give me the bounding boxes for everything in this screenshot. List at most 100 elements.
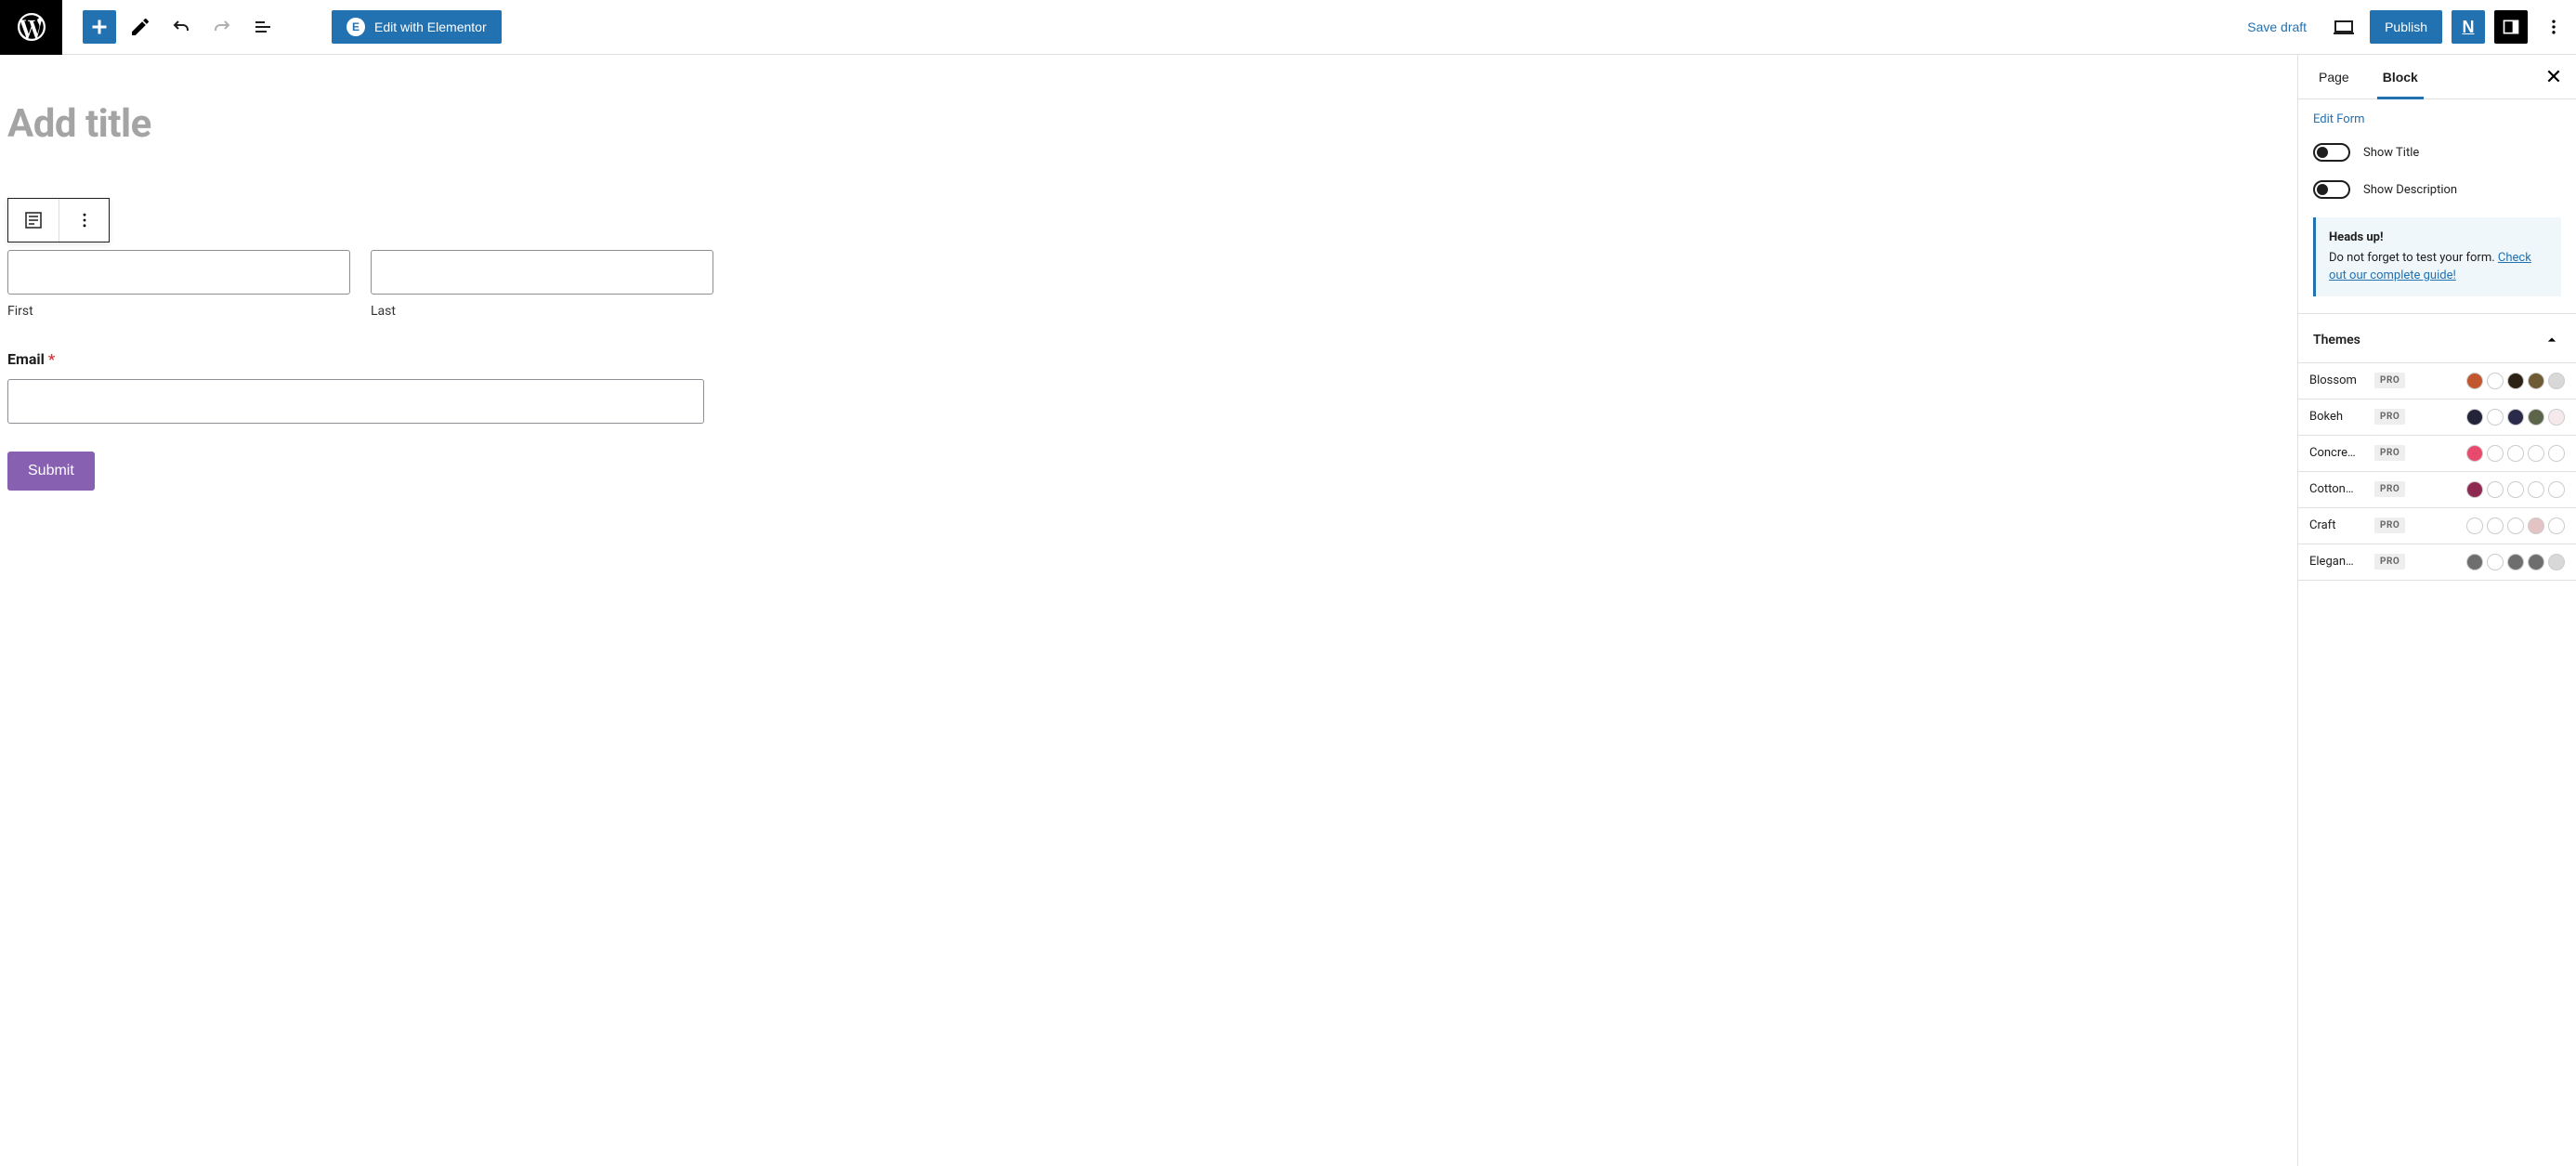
email-field-label: Email * bbox=[7, 350, 713, 368]
edit-with-elementor-button[interactable]: E Edit with Elementor bbox=[332, 10, 502, 44]
color-swatch bbox=[2548, 554, 2565, 570]
sidebar-close-button[interactable]: ✕ bbox=[2531, 55, 2576, 99]
theme-name: Blossom bbox=[2309, 373, 2367, 387]
theme-row[interactable]: BlossomPRO bbox=[2298, 363, 2576, 400]
theme-name: Elegan… bbox=[2309, 555, 2367, 569]
kebab-icon bbox=[75, 211, 94, 229]
color-swatch bbox=[2507, 481, 2524, 498]
first-name-sublabel: First bbox=[7, 304, 350, 319]
options-button[interactable] bbox=[2537, 10, 2570, 44]
document-overview-button[interactable] bbox=[246, 10, 280, 44]
plus-icon bbox=[88, 16, 111, 38]
theme-row[interactable]: Concre…PRO bbox=[2298, 436, 2576, 472]
color-swatch bbox=[2528, 373, 2544, 389]
tools-button[interactable] bbox=[124, 10, 157, 44]
pro-badge: PRO bbox=[2374, 554, 2405, 570]
tab-page[interactable]: Page bbox=[2313, 55, 2355, 99]
pro-badge: PRO bbox=[2374, 481, 2405, 497]
kebab-icon bbox=[2544, 18, 2563, 36]
color-swatch bbox=[2487, 373, 2504, 389]
themes-panel-header[interactable]: Themes bbox=[2298, 313, 2576, 362]
notice-text: Do not forget to test your form. bbox=[2329, 251, 2495, 265]
settings-sidebar-toggle[interactable] bbox=[2494, 10, 2528, 44]
undo-icon bbox=[170, 16, 192, 38]
themes-heading: Themes bbox=[2313, 333, 2360, 347]
color-swatch bbox=[2487, 445, 2504, 462]
theme-name: Bokeh bbox=[2309, 410, 2367, 424]
chevron-up-icon bbox=[2543, 331, 2561, 349]
edit-form-link[interactable]: Edit Form bbox=[2313, 112, 2365, 126]
color-swatch bbox=[2548, 373, 2565, 389]
theme-row[interactable]: Elegan… PRO bbox=[2298, 544, 2576, 581]
form-preview: Name * First Last Email * bbox=[7, 221, 713, 491]
redo-icon bbox=[211, 16, 233, 38]
color-swatch bbox=[2548, 409, 2565, 426]
n-button[interactable]: N bbox=[2452, 10, 2485, 44]
submit-button[interactable]: Submit bbox=[7, 452, 95, 491]
elementor-icon: E bbox=[347, 18, 365, 36]
color-swatch bbox=[2466, 445, 2483, 462]
save-draft-button[interactable]: Save draft bbox=[2236, 12, 2318, 42]
color-swatch bbox=[2548, 445, 2565, 462]
preview-button[interactable] bbox=[2327, 10, 2360, 44]
tab-block[interactable]: Block bbox=[2377, 55, 2424, 99]
themes-list: BlossomPROBokehPROConcre…PROCotton…PROCr… bbox=[2298, 362, 2576, 581]
first-name-input[interactable] bbox=[7, 250, 350, 295]
color-swatch bbox=[2487, 517, 2504, 534]
wordpress-icon bbox=[15, 10, 48, 44]
name-field-label: Name * bbox=[7, 221, 713, 239]
page-title-input[interactable]: Add title bbox=[7, 101, 2297, 147]
notice-heading: Heads up! bbox=[2329, 229, 2548, 247]
sidebar-icon bbox=[2502, 18, 2520, 36]
theme-row[interactable]: Bokeh PRO bbox=[2298, 400, 2576, 436]
color-swatch bbox=[2528, 517, 2544, 534]
pro-badge: PRO bbox=[2374, 409, 2405, 425]
theme-row[interactable]: CraftPRO bbox=[2298, 508, 2576, 544]
color-swatch bbox=[2507, 373, 2524, 389]
color-swatch bbox=[2466, 554, 2483, 570]
theme-swatches bbox=[2466, 445, 2565, 462]
heads-up-notice: Heads up! Do not forget to test your for… bbox=[2313, 217, 2561, 296]
theme-swatches bbox=[2466, 554, 2565, 570]
color-swatch bbox=[2466, 409, 2483, 426]
color-swatch bbox=[2528, 445, 2544, 462]
form-block-icon bbox=[22, 209, 45, 231]
color-swatch bbox=[2466, 517, 2483, 534]
show-title-toggle[interactable] bbox=[2313, 143, 2350, 162]
add-block-button[interactable] bbox=[83, 10, 116, 44]
elementor-label: Edit with Elementor bbox=[374, 20, 487, 34]
undo-button[interactable] bbox=[164, 10, 198, 44]
color-swatch bbox=[2487, 409, 2504, 426]
show-description-label: Show Description bbox=[2363, 183, 2457, 197]
pro-badge: PRO bbox=[2374, 445, 2405, 461]
block-more-button[interactable] bbox=[59, 199, 109, 242]
block-type-button[interactable] bbox=[8, 199, 59, 242]
editor-canvas[interactable]: Add title Name * First bbox=[0, 55, 2297, 1166]
block-toolbar bbox=[7, 198, 110, 242]
color-swatch bbox=[2548, 517, 2565, 534]
theme-name: Cotton… bbox=[2309, 482, 2367, 496]
email-input[interactable] bbox=[7, 379, 704, 424]
color-swatch bbox=[2507, 517, 2524, 534]
publish-button[interactable]: Publish bbox=[2370, 10, 2442, 44]
top-toolbar: E Edit with Elementor Save draft Publish… bbox=[0, 0, 2576, 55]
theme-swatches bbox=[2466, 517, 2565, 534]
last-name-input[interactable] bbox=[371, 250, 713, 295]
outline-icon bbox=[252, 16, 274, 38]
theme-row[interactable]: Cotton… PRO bbox=[2298, 472, 2576, 508]
device-icon bbox=[2333, 16, 2355, 38]
color-swatch bbox=[2487, 481, 2504, 498]
close-icon: ✕ bbox=[2545, 65, 2562, 89]
last-name-sublabel: Last bbox=[371, 304, 713, 319]
redo-button[interactable] bbox=[205, 10, 239, 44]
theme-swatches bbox=[2466, 409, 2565, 426]
theme-swatches bbox=[2466, 373, 2565, 389]
color-swatch bbox=[2507, 445, 2524, 462]
theme-swatches bbox=[2466, 481, 2565, 498]
settings-sidebar: Page Block ✕ Edit Form Show Title Show D… bbox=[2297, 55, 2576, 1166]
pro-badge: PRO bbox=[2374, 517, 2405, 533]
color-swatch bbox=[2507, 409, 2524, 426]
color-swatch bbox=[2528, 554, 2544, 570]
show-description-toggle[interactable] bbox=[2313, 180, 2350, 199]
wordpress-logo[interactable] bbox=[0, 0, 62, 55]
